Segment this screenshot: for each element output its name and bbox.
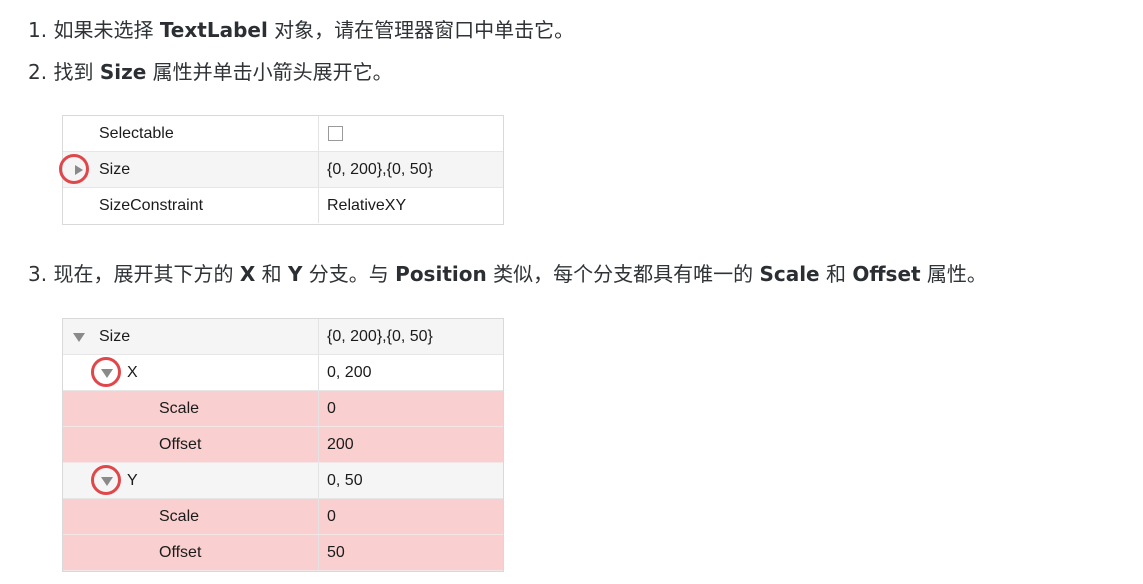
property-name: Offset	[159, 436, 202, 453]
property-value: RelativeXY	[318, 188, 503, 223]
property-row-x-scale[interactable]: Scale 0	[63, 391, 503, 427]
property-row-size[interactable]: Size {0, 200},{0, 50}	[59, 152, 503, 188]
step-text: 类似，每个分支都具有唯一的	[486, 262, 760, 286]
property-row-y-scale[interactable]: Scale 0	[63, 499, 503, 535]
property-row-y-offset[interactable]: Offset 50	[63, 535, 503, 571]
step-number: 3.	[28, 262, 48, 286]
property-value[interactable]: 50	[318, 535, 503, 570]
step-text: 现在，展开其下方的	[53, 262, 240, 286]
triangle-down-icon[interactable]	[73, 333, 85, 342]
property-row-size[interactable]: Size {0, 200},{0, 50}	[63, 319, 503, 355]
properties-panel-expanded: Size {0, 200},{0, 50} X 0, 200 Scale 0 O…	[62, 318, 504, 572]
highlight-circle	[59, 154, 89, 184]
property-name: Size	[99, 161, 131, 178]
property-value	[318, 116, 503, 151]
property-value: {0, 200},{0, 50}	[318, 152, 503, 187]
step-keyword: Scale	[759, 262, 820, 286]
property-name: X	[127, 364, 138, 381]
step-keyword: TextLabel	[159, 18, 268, 42]
step-text: 和	[819, 262, 853, 286]
property-name: Selectable	[99, 125, 174, 142]
step-keyword: X	[239, 262, 256, 286]
step-text: 对象，请在管理器窗口中单击它。	[267, 18, 575, 42]
step-text: 和	[255, 262, 288, 286]
property-name: Offset	[159, 544, 202, 561]
property-value: 0, 200	[318, 355, 503, 390]
property-value[interactable]: 200	[318, 427, 503, 462]
step-2: 2. 找到 Size 属性并单击小箭头展开它。	[28, 58, 393, 86]
property-value: 0, 50	[318, 463, 503, 498]
step-text: 属性。	[920, 262, 987, 286]
step-text: 分支。与	[302, 262, 396, 286]
property-name: Scale	[159, 508, 200, 525]
step-number: 1.	[28, 18, 48, 42]
step-keyword: Size	[99, 60, 147, 84]
checkbox-unchecked[interactable]	[328, 126, 343, 141]
property-name: Y	[127, 472, 138, 489]
step-text: 如果未选择	[53, 18, 160, 42]
property-row-x-offset[interactable]: Offset 200	[63, 427, 503, 463]
properties-panel-collapsed: Selectable Size {0, 200},{0, 50} SizeCon…	[59, 115, 504, 225]
property-name: Scale	[159, 400, 200, 417]
step-keyword: Position	[395, 262, 487, 286]
step-number: 2.	[28, 60, 48, 84]
property-value: {0, 200},{0, 50}	[318, 319, 503, 354]
step-3: 3. 现在，展开其下方的 X 和 Y 分支。与 Position 类似，每个分支…	[28, 260, 987, 288]
property-value[interactable]: 0	[318, 499, 503, 534]
step-1: 1. 如果未选择 TextLabel 对象，请在管理器窗口中单击它。	[28, 16, 574, 44]
step-text: 找到	[53, 60, 100, 84]
step-keyword: Y	[287, 262, 303, 286]
step-keyword: Offset	[852, 262, 921, 286]
step-text: 属性并单击小箭头展开它。	[146, 60, 393, 84]
highlight-circle	[91, 357, 121, 387]
property-row-selectable[interactable]: Selectable	[63, 116, 503, 152]
property-name: SizeConstraint	[99, 197, 204, 214]
property-row-sizeconstraint[interactable]: SizeConstraint RelativeXY	[63, 188, 503, 224]
property-value[interactable]: 0	[318, 391, 503, 426]
property-name: Size	[99, 328, 131, 345]
property-row-y[interactable]: Y 0, 50	[63, 463, 503, 499]
highlight-circle	[91, 465, 121, 495]
property-row-x[interactable]: X 0, 200	[63, 355, 503, 391]
